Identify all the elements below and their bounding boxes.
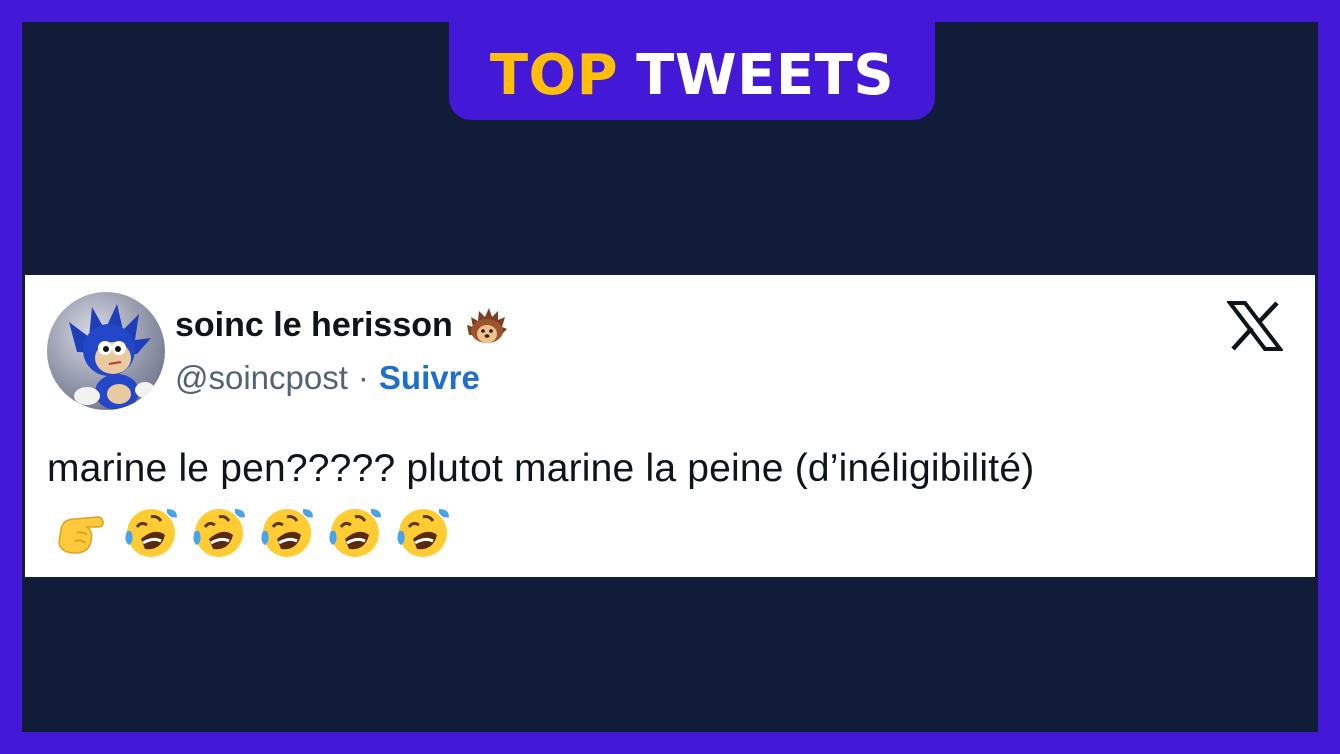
- tweet-card: soinc le herisson @soincpost · Suivre ma…: [25, 275, 1315, 577]
- author-handle-row: @soincpost · Suivre: [175, 359, 480, 397]
- rofl-icon: [261, 509, 313, 557]
- separator-dot: ·: [357, 359, 369, 396]
- pointing-hand-icon: [58, 516, 104, 554]
- avatar-image: [69, 304, 155, 410]
- banner-word-top: TOP: [489, 43, 619, 108]
- avatar[interactable]: [47, 292, 165, 410]
- follow-button[interactable]: Suivre: [379, 359, 480, 397]
- tweet-emoji-row: [53, 501, 453, 561]
- rofl-icon: [397, 509, 449, 557]
- hedgehog-icon: [466, 308, 507, 343]
- top-tweets-banner: TOP TWEETS: [449, 22, 935, 120]
- author-handle[interactable]: @soincpost: [175, 359, 348, 397]
- rofl-icon: [125, 509, 177, 557]
- banner-word-tweets: TWEETS: [636, 43, 895, 108]
- tweet-text: marine le pen????? plutot marine la pein…: [47, 447, 1035, 490]
- display-name[interactable]: soinc le herisson: [175, 306, 453, 345]
- x-logo-icon[interactable]: [1227, 301, 1283, 351]
- rofl-icon: [329, 509, 381, 557]
- author-name-row: soinc le herisson: [175, 305, 509, 345]
- rofl-icon: [193, 509, 245, 557]
